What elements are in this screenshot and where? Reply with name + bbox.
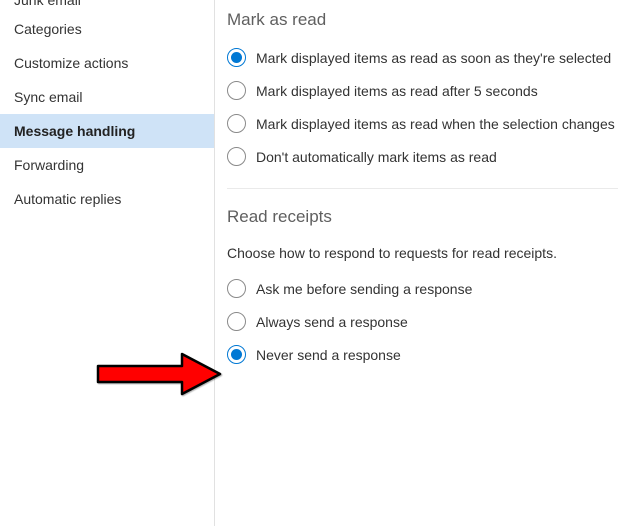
- section-divider: [227, 188, 618, 189]
- radio-icon: [227, 81, 246, 100]
- section-title-read-receipts: Read receipts: [227, 207, 618, 227]
- sidebar-item-message-handling[interactable]: Message handling: [0, 114, 214, 148]
- radio-icon: [227, 147, 246, 166]
- sidebar-item-categories[interactable]: Categories: [0, 12, 214, 46]
- sidebar-item-label: Categories: [14, 21, 82, 37]
- radio-icon: [227, 345, 246, 364]
- sidebar-item-forwarding[interactable]: Forwarding: [0, 148, 214, 182]
- sidebar-item-sync-email[interactable]: Sync email: [0, 80, 214, 114]
- settings-main: Mark as read Mark displayed items as rea…: [215, 0, 626, 526]
- radio-mark-after-5s[interactable]: Mark displayed items as read after 5 sec…: [227, 81, 618, 100]
- section-title-mark-as-read: Mark as read: [227, 10, 618, 30]
- radio-label: Mark displayed items as read as soon as …: [256, 50, 611, 66]
- sidebar-item-label: Forwarding: [14, 157, 84, 173]
- sidebar-item-customize-actions[interactable]: Customize actions: [0, 46, 214, 80]
- radio-always-send[interactable]: Always send a response: [227, 312, 618, 331]
- radio-label: Don't automatically mark items as read: [256, 149, 497, 165]
- radio-label: Ask me before sending a response: [256, 281, 472, 297]
- sidebar-item-label: Automatic replies: [14, 191, 121, 207]
- radio-never-send[interactable]: Never send a response: [227, 345, 618, 364]
- radio-mark-selection-changes[interactable]: Mark displayed items as read when the se…: [227, 114, 618, 133]
- sidebar-item-junk-email[interactable]: Junk email: [0, 0, 214, 12]
- sidebar-item-label: Message handling: [14, 123, 135, 139]
- radio-label: Never send a response: [256, 347, 401, 363]
- radio-icon: [227, 279, 246, 298]
- settings-sidebar: Junk email Categories Customize actions …: [0, 0, 215, 526]
- radio-mark-selected[interactable]: Mark displayed items as read as soon as …: [227, 48, 618, 67]
- radio-label: Mark displayed items as read after 5 sec…: [256, 83, 538, 99]
- radio-icon: [227, 48, 246, 67]
- sidebar-item-label: Sync email: [14, 89, 82, 105]
- mark-as-read-group: Mark displayed items as read as soon as …: [227, 48, 618, 166]
- radio-icon: [227, 114, 246, 133]
- sidebar-item-automatic-replies[interactable]: Automatic replies: [0, 182, 214, 216]
- sidebar-item-label: Customize actions: [14, 55, 128, 71]
- sidebar-item-label: Junk email: [14, 0, 81, 8]
- settings-layout: Junk email Categories Customize actions …: [0, 0, 626, 526]
- read-receipts-helper: Choose how to respond to requests for re…: [227, 245, 618, 261]
- radio-label: Mark displayed items as read when the se…: [256, 116, 615, 132]
- radio-dont-mark[interactable]: Don't automatically mark items as read: [227, 147, 618, 166]
- radio-icon: [227, 312, 246, 331]
- radio-label: Always send a response: [256, 314, 408, 330]
- radio-ask-before[interactable]: Ask me before sending a response: [227, 279, 618, 298]
- read-receipts-group: Ask me before sending a response Always …: [227, 279, 618, 364]
